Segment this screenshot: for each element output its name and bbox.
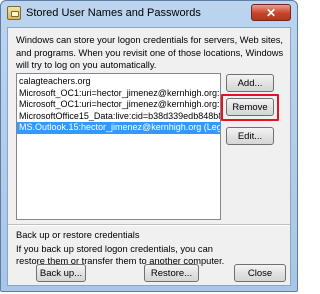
credential-manager-icon xyxy=(7,6,21,20)
add-button[interactable]: Add... xyxy=(226,74,274,92)
add-button-label: Add... xyxy=(237,77,263,89)
edit-button[interactable]: Edit... xyxy=(226,127,274,145)
restore-button[interactable]: Restore... xyxy=(144,264,199,282)
close-button[interactable]: Close xyxy=(234,264,286,282)
window-close-button[interactable]: ✕ xyxy=(251,4,291,21)
list-item[interactable]: MicrosoftOffice15_Data:live:cid=b38d339e… xyxy=(17,111,220,123)
window-title: Stored User Names and Passwords xyxy=(26,7,201,19)
dialog-description: Windows can store your logon credentials… xyxy=(16,35,284,70)
stored-credentials-dialog: Stored User Names and Passwords ✕ Window… xyxy=(0,0,298,292)
remove-button[interactable]: Remove xyxy=(226,98,274,116)
list-item[interactable]: Microsoft_OC1:uri=hector_jimenez@kernhig… xyxy=(17,88,220,100)
remove-button-label: Remove xyxy=(232,101,268,113)
credentials-list[interactable]: calagteachers.org Microsoft_OC1:uri=hect… xyxy=(16,73,221,220)
list-item[interactable]: Microsoft_OC1:uri=hector_jimenez@kernhig… xyxy=(17,99,220,111)
back-up-button-label: Back up... xyxy=(39,267,83,279)
restore-button-label: Restore... xyxy=(150,267,193,279)
section-divider xyxy=(8,224,290,226)
list-item[interactable]: calagteachers.org xyxy=(17,76,220,88)
title-bar[interactable]: Stored User Names and Passwords ✕ xyxy=(1,1,297,27)
backup-section-header: Back up or restore credentials xyxy=(16,230,140,240)
back-up-button[interactable]: Back up... xyxy=(36,264,86,282)
close-button-label: Close xyxy=(247,267,273,279)
dialog-body: Windows can store your logon credentials… xyxy=(7,27,291,286)
close-icon: ✕ xyxy=(265,5,277,20)
list-item-selected[interactable]: MS.Outlook.15:hector_jimenez@kernhigh.or… xyxy=(17,122,220,134)
edit-button-label: Edit... xyxy=(237,130,263,142)
